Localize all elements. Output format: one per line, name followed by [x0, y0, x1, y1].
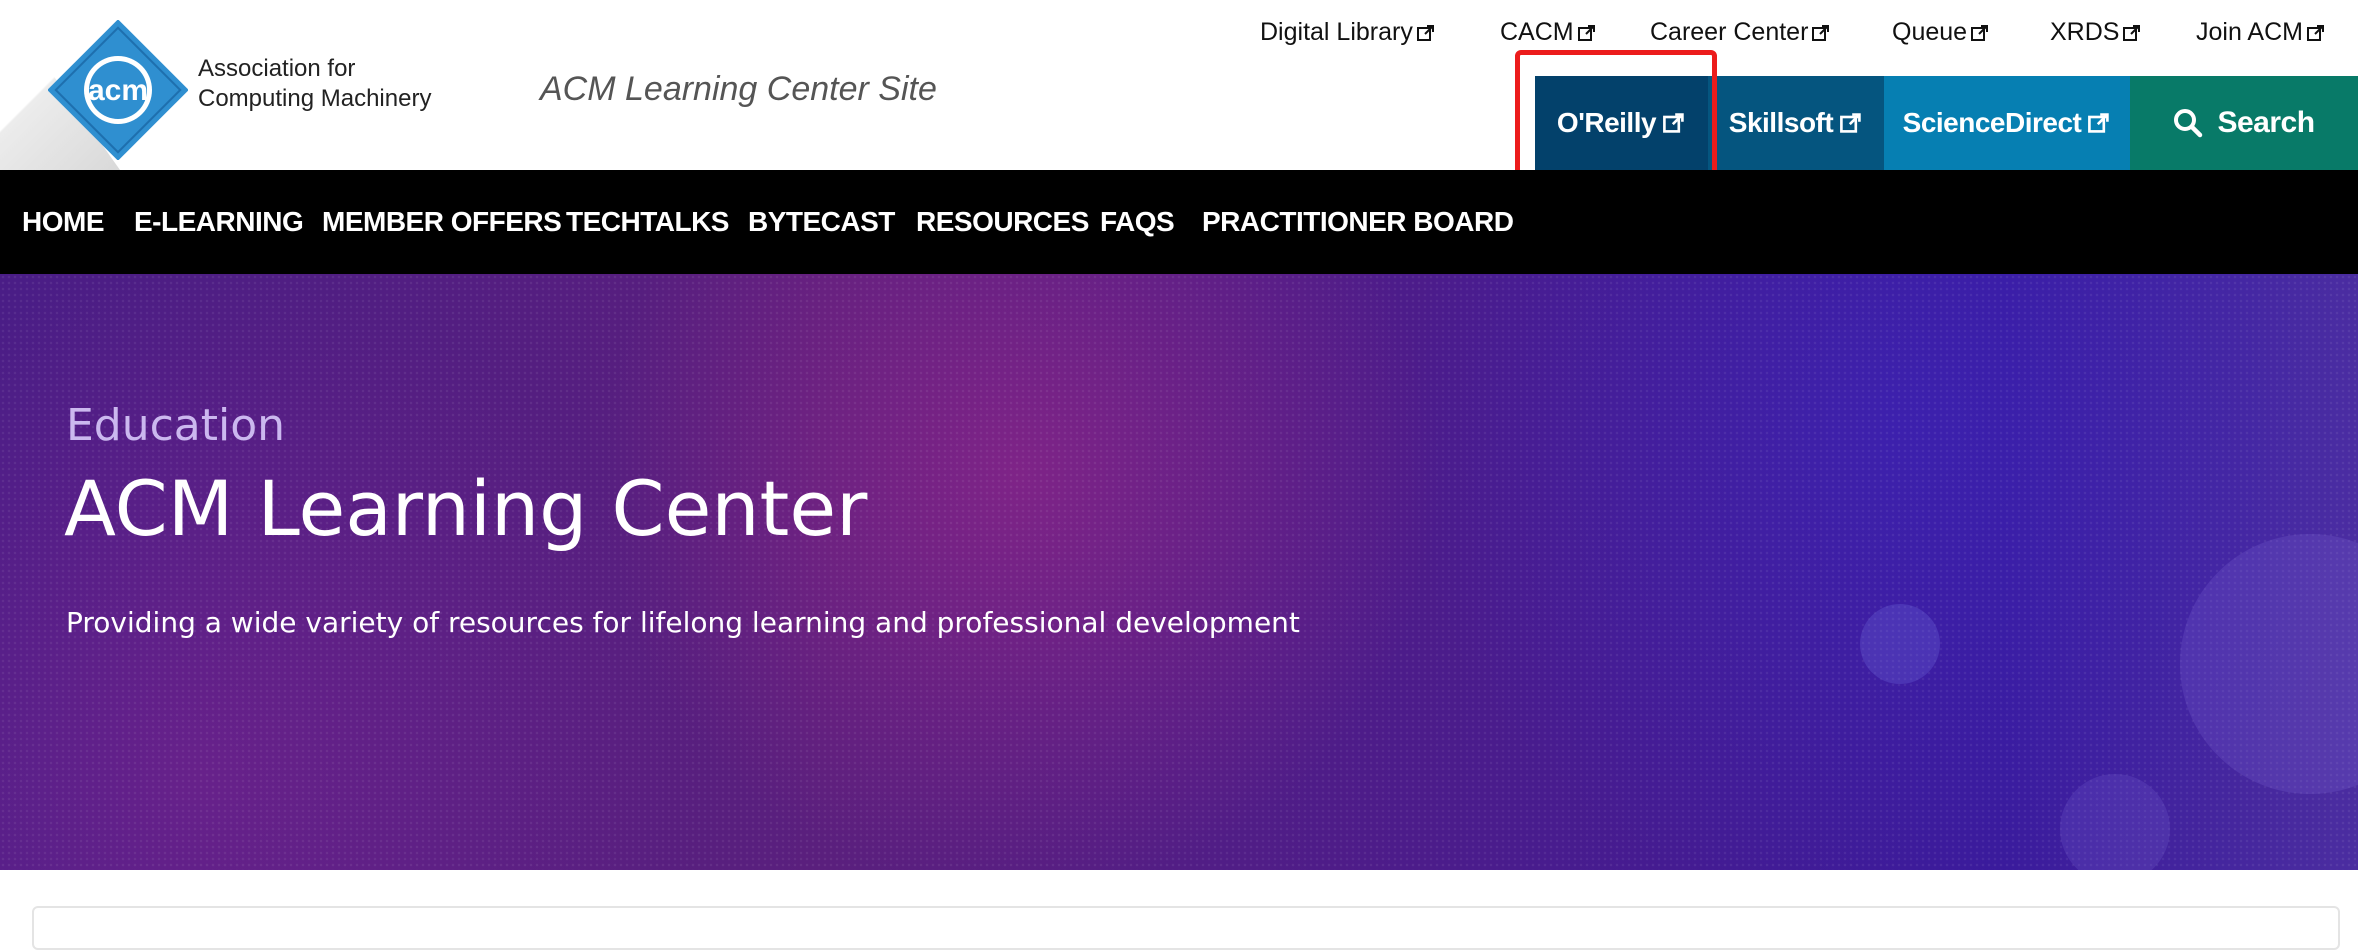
link-career-center[interactable]: Career Center — [1650, 18, 1831, 47]
hero-texture — [0, 274, 2358, 870]
link-label: Career Center — [1650, 18, 1809, 46]
partner-label: ScienceDirect — [1902, 107, 2082, 138]
sciencedirect-button[interactable]: ScienceDirect — [1884, 76, 2130, 170]
hero-bubble — [1860, 604, 1940, 684]
logo-line-2: Computing Machinery — [198, 85, 432, 112]
external-link-icon — [1416, 24, 1434, 41]
hero-subtitle: Providing a wide variety of resources fo… — [66, 606, 1300, 639]
acm-logo-text: acm — [88, 74, 148, 107]
external-link-icon — [1812, 24, 1830, 41]
link-label: Join ACM — [2196, 18, 2303, 46]
main-nav: HOME E-LEARNING MEMBER OFFERS TECHTALKS … — [0, 170, 2358, 274]
content-card — [32, 906, 2340, 950]
logo-wordmark[interactable]: Association for Computing Machinery — [198, 54, 431, 114]
content-area — [0, 870, 2358, 950]
site-header: acm Association for Computing Machinery … — [0, 0, 2358, 203]
external-link-icon — [2306, 24, 2324, 41]
partner-label: Skillsoft — [1728, 107, 1834, 138]
nav-member-offers[interactable]: MEMBER OFFERS — [322, 170, 562, 274]
link-label: XRDS — [2050, 18, 2120, 46]
search-button[interactable]: Search — [2130, 76, 2358, 170]
link-cacm[interactable]: CACM — [1500, 18, 1597, 47]
link-digital-library[interactable]: Digital Library — [1260, 18, 1436, 47]
nav-bytecast[interactable]: BYTECAST — [748, 170, 895, 274]
hero-title: ACM Learning Center — [64, 464, 868, 553]
hero-banner: Education ACM Learning Center Providing … — [0, 274, 2358, 870]
hero-kicker: Education — [66, 400, 286, 451]
nav-e-learning[interactable]: E-LEARNING — [134, 170, 304, 274]
link-label: Queue — [1892, 18, 1968, 46]
external-link-icon — [1577, 24, 1595, 41]
link-label: CACM — [1500, 18, 1574, 46]
link-xrds[interactable]: XRDS — [2050, 18, 2142, 47]
search-label: Search — [2217, 106, 2315, 139]
nav-resources[interactable]: RESOURCES — [916, 170, 1089, 274]
link-queue[interactable]: Queue — [1892, 18, 1990, 47]
utility-links: Digital Library CACM Career Center Queue… — [0, 18, 2358, 58]
skillsoft-button[interactable]: Skillsoft — [1708, 76, 1884, 170]
logo-line-1: Association for — [198, 55, 356, 82]
nav-techtalks[interactable]: TECHTALKS — [566, 170, 729, 274]
external-link-icon — [2088, 113, 2110, 133]
nav-practitioner-board[interactable]: PRACTITIONER BOARD — [1202, 170, 1514, 274]
link-join-acm[interactable]: Join ACM — [2196, 18, 2326, 47]
external-link-icon — [1840, 113, 1861, 133]
site-tagline: ACM Learning Center Site — [540, 70, 937, 108]
search-icon — [2174, 109, 2203, 138]
nav-home[interactable]: HOME — [22, 170, 105, 274]
external-link-icon — [2123, 24, 2141, 41]
nav-faqs[interactable]: FAQS — [1100, 170, 1175, 274]
external-link-icon — [1971, 24, 1989, 41]
link-label: Digital Library — [1260, 18, 1413, 46]
